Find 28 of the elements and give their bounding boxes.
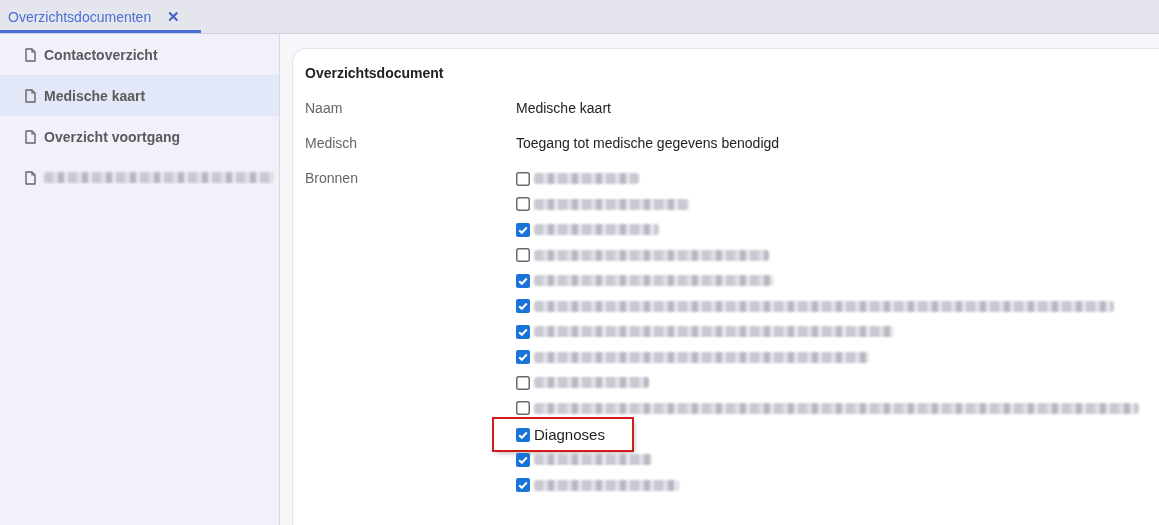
sidebar-item[interactable]: Overzicht voortgang <box>0 116 279 157</box>
checkbox[interactable] <box>516 171 530 186</box>
close-icon[interactable]: ✕ <box>167 7 181 26</box>
checkbox[interactable] <box>516 324 530 339</box>
field-label: Medisch <box>305 135 359 153</box>
checkbox[interactable] <box>516 401 530 416</box>
checkbox[interactable] <box>516 375 530 390</box>
checkbox[interactable] <box>516 350 530 365</box>
field-label: Naam <box>305 100 344 118</box>
checkbox[interactable] <box>516 273 530 288</box>
checkbox[interactable] <box>516 197 530 212</box>
checkbox[interactable] <box>516 452 530 467</box>
checkbox[interactable] <box>516 478 530 493</box>
checkbox[interactable] <box>516 427 530 442</box>
document-icon <box>25 47 36 62</box>
card-title: Overzichtsdocument <box>305 65 444 81</box>
checkbox[interactable] <box>516 299 530 314</box>
checkbox-label: Diagnoses <box>534 426 605 443</box>
document-icon <box>25 170 36 185</box>
checkbox[interactable] <box>516 222 530 237</box>
sidebar-item[interactable]: Contactoverzicht <box>0 34 279 75</box>
field-label: Bronnen <box>305 170 359 188</box>
document-icon <box>25 88 36 103</box>
document-icon <box>25 129 36 144</box>
checkbox[interactable] <box>516 248 530 263</box>
field-value: Medische kaart <box>516 100 611 118</box>
sidebar-item[interactable]: Medische kaart <box>0 75 279 116</box>
field-value: Toegang tot medische gegevens benodigd <box>516 135 780 153</box>
